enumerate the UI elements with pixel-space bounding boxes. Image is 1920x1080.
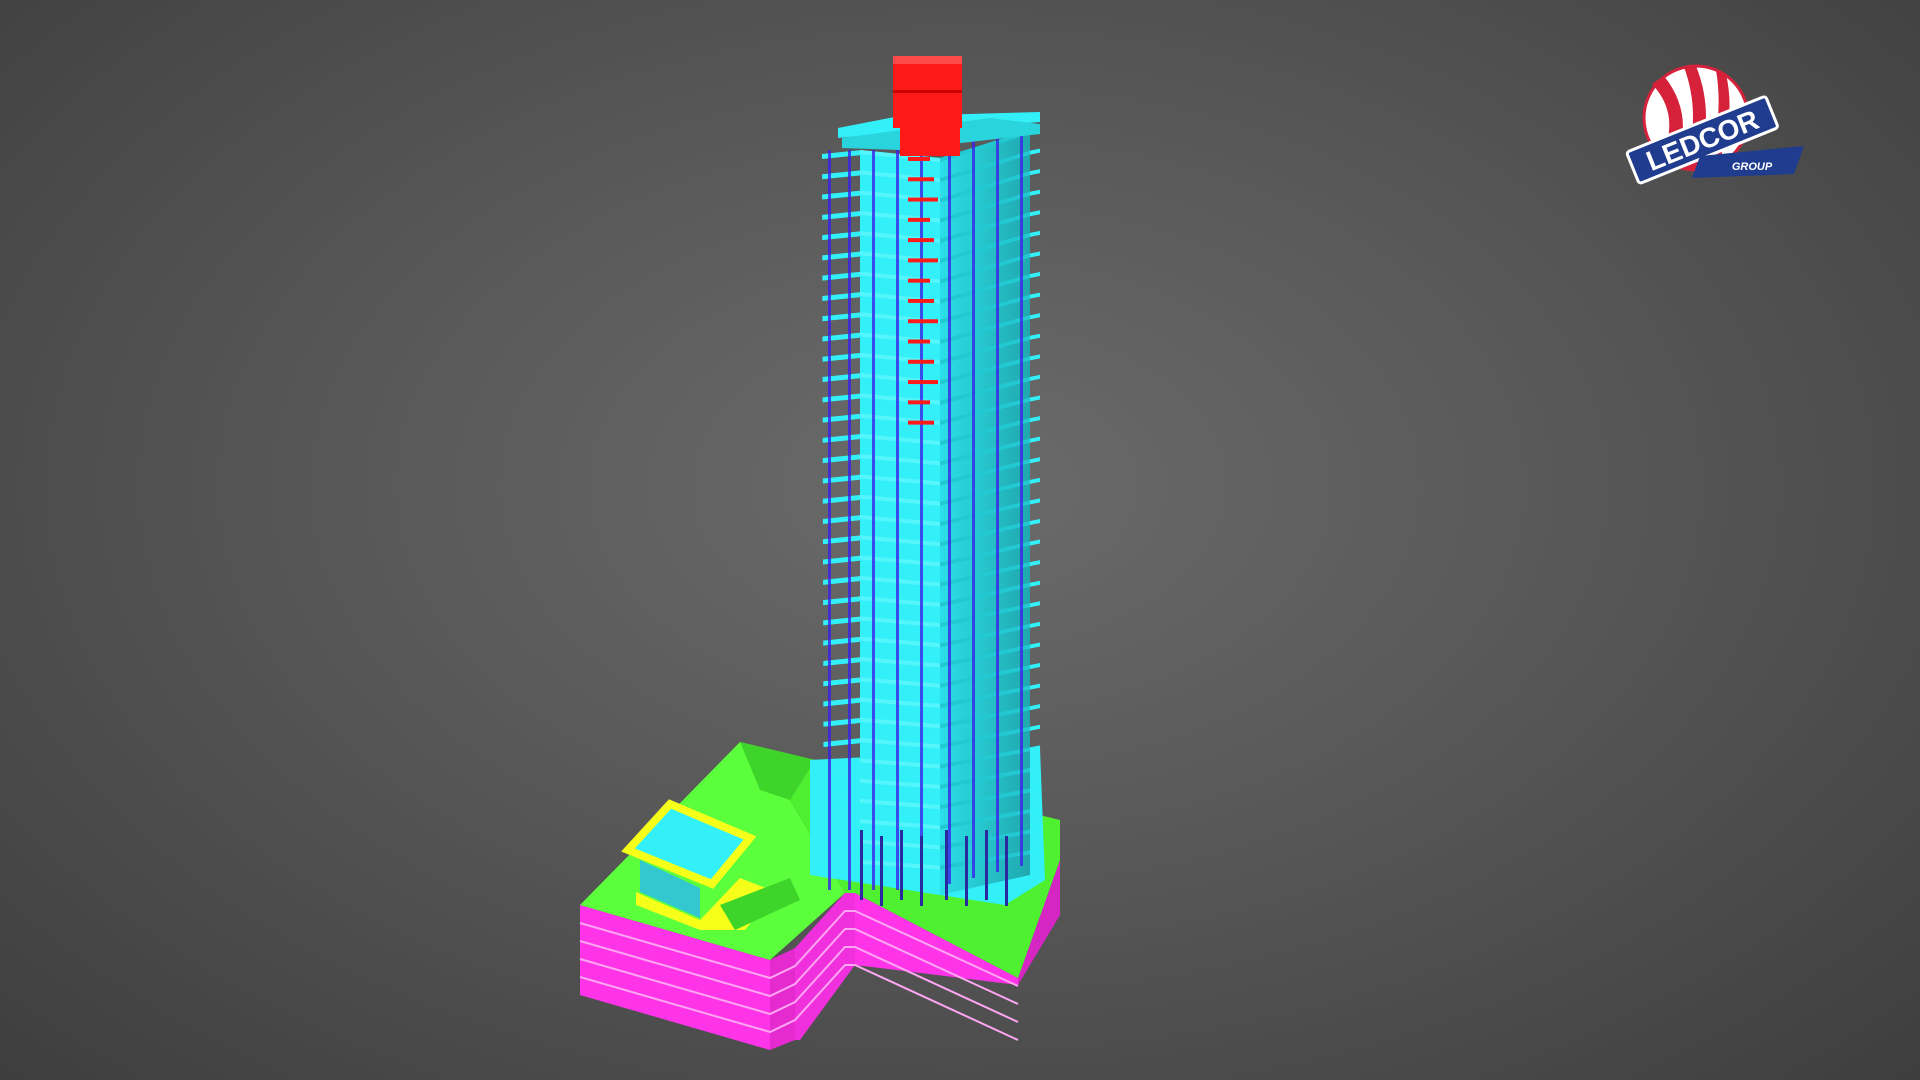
core-opening <box>908 380 938 385</box>
parkade-front-mid <box>770 948 795 1050</box>
floor-slab-right <box>1030 230 1040 237</box>
logo-subtext: GROUP <box>1732 161 1773 173</box>
floor-slab-right <box>1030 683 1040 690</box>
core-cap <box>893 56 962 64</box>
podium-column <box>985 830 988 900</box>
floor-slab-right <box>1030 292 1040 299</box>
core-opening <box>908 157 930 161</box>
floor-slab-right <box>1030 601 1040 608</box>
podium-column <box>900 830 903 900</box>
core-opening <box>908 197 938 202</box>
tower-column <box>948 144 951 884</box>
floor-slab-right <box>1030 354 1040 361</box>
floor-slab-right <box>1030 580 1040 587</box>
tower-column <box>872 150 875 890</box>
podium-column <box>945 830 948 900</box>
floor-slab-right <box>1030 374 1040 381</box>
floor-slab-right <box>1030 333 1040 340</box>
floor-slab-right <box>1030 560 1040 567</box>
core-opening <box>908 359 934 364</box>
floor-slab-right <box>1030 210 1040 217</box>
core-opening <box>908 258 938 263</box>
floor-slab-right <box>1030 313 1040 320</box>
floor-slab-right <box>1030 704 1040 711</box>
floor-slab-right <box>1030 621 1040 628</box>
floor-slab-right <box>1030 148 1040 155</box>
floor-slab-right <box>1030 518 1040 525</box>
core-opening <box>908 339 930 344</box>
podium-column <box>920 836 923 906</box>
floor-slab-right <box>1030 457 1040 464</box>
core-opening <box>908 319 938 324</box>
tower-column <box>1020 126 1023 866</box>
floor-slab-right <box>1030 498 1040 505</box>
floor-slab-right <box>1030 169 1040 176</box>
floor-slab-right <box>1030 539 1040 546</box>
ledcor-group-logo: LEDCOR GROUP <box>1625 64 1804 185</box>
tower-column <box>996 132 999 872</box>
tower-column <box>828 150 831 890</box>
podium-column <box>965 836 968 906</box>
core-opening <box>908 420 934 425</box>
podium-column <box>860 830 863 900</box>
tower-column <box>848 150 851 890</box>
tower-column <box>896 150 899 890</box>
3d-viewport[interactable]: LEDCOR GROUP <box>0 0 1920 1080</box>
core-opening <box>908 177 934 182</box>
core-opening <box>908 238 934 243</box>
floor-slab-right <box>1030 395 1040 402</box>
tower <box>810 56 1045 906</box>
core-opening <box>908 400 930 405</box>
floor-slab-right <box>1030 477 1040 484</box>
podium-column <box>1005 836 1008 906</box>
core-opening <box>908 278 930 283</box>
core-opening <box>908 217 930 222</box>
floor-slab-right <box>1030 642 1040 649</box>
floor-slab-right <box>1030 724 1040 731</box>
floor-slab-right <box>1030 663 1040 670</box>
tower-column <box>972 138 975 878</box>
floor-slab-right <box>1030 251 1040 258</box>
floor-slab-right <box>1030 272 1040 279</box>
floor-slab-right <box>1030 416 1040 423</box>
floor-slab-right <box>1030 436 1040 443</box>
podium-column <box>880 836 883 906</box>
core-opening <box>908 298 934 303</box>
floor-slab-right <box>1030 189 1040 196</box>
core-band <box>893 90 962 93</box>
